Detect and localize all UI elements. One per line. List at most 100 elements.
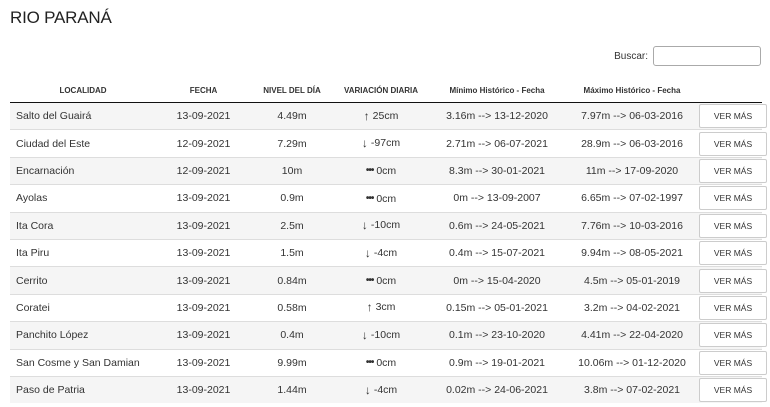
cell-variacion: ↓ -10cm bbox=[333, 211, 429, 240]
cell-localidad: Cerrito bbox=[10, 266, 156, 295]
cell-minimo: 0m --> 13-09-2007 bbox=[429, 184, 565, 213]
cell-localidad: Ita Cora bbox=[10, 211, 156, 240]
ver-mas-button[interactable]: VER MÁS bbox=[699, 104, 767, 129]
dots-icon: ••• bbox=[365, 357, 374, 369]
cell-minimo: 0.1m --> 23-10-2020 bbox=[429, 321, 565, 350]
cell-maximo: 10.06m --> 01-12-2020 bbox=[565, 348, 699, 377]
variation-text: 0cm bbox=[376, 165, 397, 178]
cell-fecha: 13-09-2021 bbox=[156, 238, 251, 267]
variation-text: -4cm bbox=[373, 246, 398, 259]
ver-mas-button[interactable]: VER MÁS bbox=[699, 158, 767, 183]
cell-maximo: 7.97m --> 06-03-2016 bbox=[565, 102, 699, 130]
search-box: Buscar: bbox=[614, 46, 761, 66]
variation-text: -10cm bbox=[370, 219, 401, 232]
cell-fecha: 13-09-2021 bbox=[156, 102, 251, 130]
ver-mas-button[interactable]: VER MÁS bbox=[699, 131, 767, 156]
table-row: Encarnación 12-09-2021 10m ••• 0cm 8.3m --> 3… bbox=[10, 156, 767, 185]
arrow-down-icon: ↓ bbox=[361, 327, 368, 342]
column-header-maximo[interactable]: Máximo Histórico - Fecha bbox=[565, 79, 699, 103]
cell-localidad: Encarnación bbox=[10, 156, 156, 185]
search-label: Buscar: bbox=[614, 50, 648, 62]
ver-mas-button[interactable]: VER MÁS bbox=[699, 268, 767, 293]
cell-minimo: 0m --> 15-04-2020 bbox=[429, 266, 565, 295]
cell-maximo: 6.65m --> 07-02-1997 bbox=[565, 184, 699, 213]
ver-mas-button[interactable]: VER MÁS bbox=[699, 241, 767, 266]
ver-mas-button[interactable]: VER MÁS bbox=[699, 295, 767, 320]
cell-localidad: Salto del Guairá bbox=[10, 102, 156, 130]
table-header-row: LOCALIDAD FECHA NIVEL DEL DÍA VARIACIÓN … bbox=[10, 79, 762, 103]
cell-nivel: 0.58m bbox=[251, 293, 333, 322]
cell-minimo: 0.4m --> 15-07-2021 bbox=[429, 238, 565, 267]
cell-actions: VER MÁS bbox=[699, 102, 767, 130]
column-header-fecha[interactable]: FECHA bbox=[156, 79, 251, 103]
variation-value: ••• 0cm bbox=[366, 165, 396, 177]
table-row: Ciudad del Este 12-09-2021 7.29m ↓ -97cm 2.71… bbox=[10, 129, 767, 158]
cell-maximo: 3.2m --> 04-02-2021 bbox=[565, 293, 699, 322]
cell-actions: VER MÁS bbox=[699, 129, 767, 158]
cell-nivel: 10m bbox=[251, 156, 333, 185]
cell-minimo: 0.02m --> 24-06-2021 bbox=[429, 375, 565, 404]
cell-nivel: 2.5m bbox=[251, 211, 333, 240]
cell-fecha: 13-09-2021 bbox=[156, 266, 251, 295]
dots-icon: ••• bbox=[365, 192, 374, 204]
column-header-nivel[interactable]: NIVEL DEL DÍA bbox=[251, 79, 333, 103]
cell-actions: VER MÁS bbox=[699, 321, 767, 350]
table-row: Salto del Guairá 13-09-2021 4.49m ↑ 25cm 3.16… bbox=[10, 102, 767, 130]
cell-maximo: 4.41m --> 22-04-2020 bbox=[565, 321, 699, 350]
cell-nivel: 4.49m bbox=[251, 102, 333, 130]
cell-nivel: 0.9m bbox=[251, 184, 333, 213]
variation-text: 3cm bbox=[375, 301, 396, 314]
cell-minimo: 2.71m --> 06-07-2021 bbox=[429, 129, 565, 158]
variation-text: -97cm bbox=[370, 137, 401, 150]
cell-actions: VER MÁS bbox=[699, 348, 767, 377]
ver-mas-button[interactable]: VER MÁS bbox=[699, 323, 767, 348]
variation-value: ••• 0cm bbox=[366, 193, 396, 205]
table-row: San Cosme y San Damian 13-09-2021 9.99m •••… bbox=[10, 348, 767, 377]
variation-value: ••• 0cm bbox=[366, 275, 396, 287]
cell-maximo: 3.8m --> 07-02-2021 bbox=[565, 375, 699, 404]
river-levels-table: LOCALIDAD FECHA NIVEL DEL DÍA VARIACIÓN … bbox=[10, 79, 767, 404]
cell-variacion: ↓ -10cm bbox=[333, 321, 429, 350]
ver-mas-button[interactable]: VER MÁS bbox=[699, 378, 767, 403]
ver-mas-button[interactable]: VER MÁS bbox=[699, 186, 767, 211]
dots-icon: ••• bbox=[365, 275, 374, 287]
cell-localidad: Paso de Patria bbox=[10, 375, 156, 404]
cell-localidad: Ayolas bbox=[10, 184, 156, 213]
ver-mas-button[interactable]: VER MÁS bbox=[699, 213, 767, 238]
variation-text: -10cm bbox=[370, 328, 401, 341]
arrow-up-icon: ↑ bbox=[363, 108, 370, 123]
cell-variacion: ↓ -4cm bbox=[333, 375, 429, 404]
cell-fecha: 13-09-2021 bbox=[156, 293, 251, 322]
cell-fecha: 12-09-2021 bbox=[156, 129, 251, 158]
cell-actions: VER MÁS bbox=[699, 238, 767, 267]
cell-minimo: 3.16m --> 13-12-2020 bbox=[429, 102, 565, 130]
cell-fecha: 12-09-2021 bbox=[156, 156, 251, 185]
table-row: Panchito López 13-09-2021 0.4m ↓ -10cm 0.1m -… bbox=[10, 321, 767, 350]
cell-maximo: 4.5m --> 05-01-2019 bbox=[565, 266, 699, 295]
cell-fecha: 13-09-2021 bbox=[156, 184, 251, 213]
column-header-minimo[interactable]: Mínimo Histórico - Fecha bbox=[429, 79, 565, 103]
table-row: Cerrito 13-09-2021 0.84m ••• 0cm 0m --> 15-04… bbox=[10, 266, 767, 295]
variation-text: 0cm bbox=[376, 192, 397, 205]
cell-actions: VER MÁS bbox=[699, 184, 767, 213]
variation-value: ↓ -10cm bbox=[362, 329, 400, 341]
arrow-up-icon: ↑ bbox=[366, 300, 373, 315]
search-input[interactable] bbox=[653, 46, 761, 66]
page-title: RIO PARANÁ bbox=[10, 8, 112, 27]
cell-fecha: 13-09-2021 bbox=[156, 348, 251, 377]
variation-text: -4cm bbox=[373, 383, 398, 396]
cell-actions: VER MÁS bbox=[699, 211, 767, 240]
column-header-localidad[interactable]: LOCALIDAD bbox=[10, 79, 156, 103]
dots-icon: ••• bbox=[365, 165, 374, 177]
cell-maximo: 9.94m --> 08-05-2021 bbox=[565, 238, 699, 267]
ver-mas-button[interactable]: VER MÁS bbox=[699, 350, 767, 375]
variation-value: ↑ 25cm bbox=[364, 110, 399, 122]
cell-localidad: Ita Piru bbox=[10, 238, 156, 267]
column-header-variacion[interactable]: VARIACIÓN DIARIA bbox=[333, 79, 429, 103]
arrow-down-icon: ↓ bbox=[361, 218, 368, 233]
table-row: Ayolas 13-09-2021 0.9m ••• 0cm 0m --> 13-09-2… bbox=[10, 184, 767, 213]
cell-variacion: ••• 0cm bbox=[333, 156, 429, 185]
cell-actions: VER MÁS bbox=[699, 293, 767, 322]
cell-maximo: 11m --> 17-09-2020 bbox=[565, 156, 699, 185]
variation-value: ↑ 3cm bbox=[367, 301, 396, 313]
